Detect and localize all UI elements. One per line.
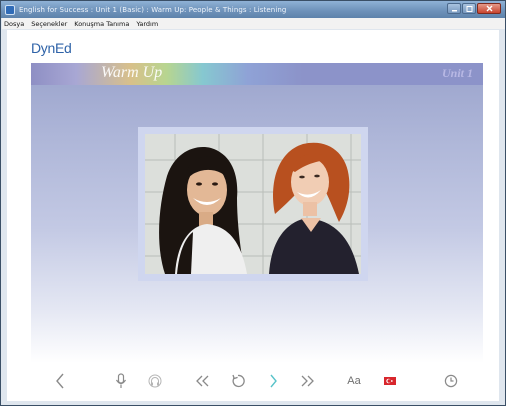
menu-yardim[interactable]: Yardım <box>136 20 158 28</box>
timer-button[interactable] <box>443 371 459 391</box>
repeat-icon <box>232 374 245 388</box>
minimize-button[interactable] <box>447 3 461 14</box>
headphones-icon <box>148 374 162 388</box>
next-button[interactable] <box>266 371 280 391</box>
menu-secenekler[interactable]: Seçenekler <box>31 20 67 28</box>
chevron-left-icon <box>56 373 64 389</box>
maximize-button[interactable] <box>462 3 476 14</box>
photo-frame <box>138 127 368 281</box>
clock-icon <box>444 374 458 388</box>
menu-bar: Dosya Seçenekler Konuşma Tanıma Yardım <box>2 18 505 29</box>
window-title: English for Success : Unit 1 (Basic) : W… <box>19 5 287 14</box>
unit-label: Unit 1 <box>441 66 473 80</box>
minimize-icon <box>451 9 457 11</box>
rewind-button[interactable] <box>195 371 211 391</box>
lesson-photo[interactable] <box>145 134 361 274</box>
menu-dosya[interactable]: Dosya <box>4 20 24 28</box>
section-title: Warm Up <box>101 64 163 81</box>
window-controls <box>447 3 501 14</box>
app-icon <box>5 4 15 15</box>
section-banner: Warm Up Unit 1 <box>31 63 483 85</box>
dyned-logo: DynEd <box>31 40 72 56</box>
record-button[interactable] <box>114 371 128 391</box>
close-button[interactable] <box>477 3 501 14</box>
back-button[interactable] <box>52 371 68 391</box>
logo-text: DynEd <box>31 40 72 56</box>
double-chevron-left-icon <box>196 375 209 387</box>
playback-button[interactable] <box>147 371 163 391</box>
microphone-icon <box>115 373 127 388</box>
turkish-flag-icon <box>384 377 396 385</box>
text-button[interactable]: Aa <box>343 371 365 391</box>
title-bar[interactable]: English for Success : Unit 1 (Basic) : W… <box>1 1 505 18</box>
close-icon <box>486 5 492 12</box>
lesson-area: DynEd Warm Up Unit 1 Aa <box>7 30 499 401</box>
menu-konusma-tanima[interactable]: Konuşma Tanıma <box>74 20 129 28</box>
app-window: English for Success : Unit 1 (Basic) : W… <box>0 0 506 406</box>
two-women-smiling-photo <box>145 134 361 274</box>
repeat-button[interactable] <box>230 371 246 391</box>
lesson-stage: Warm Up Unit 1 <box>31 63 483 363</box>
lesson-toolbar: Aa <box>7 363 499 401</box>
double-chevron-right-icon <box>301 375 314 387</box>
chevron-right-icon <box>269 374 277 388</box>
maximize-icon <box>466 5 472 12</box>
language-button[interactable] <box>382 371 398 391</box>
fast-forward-button[interactable] <box>299 371 315 391</box>
